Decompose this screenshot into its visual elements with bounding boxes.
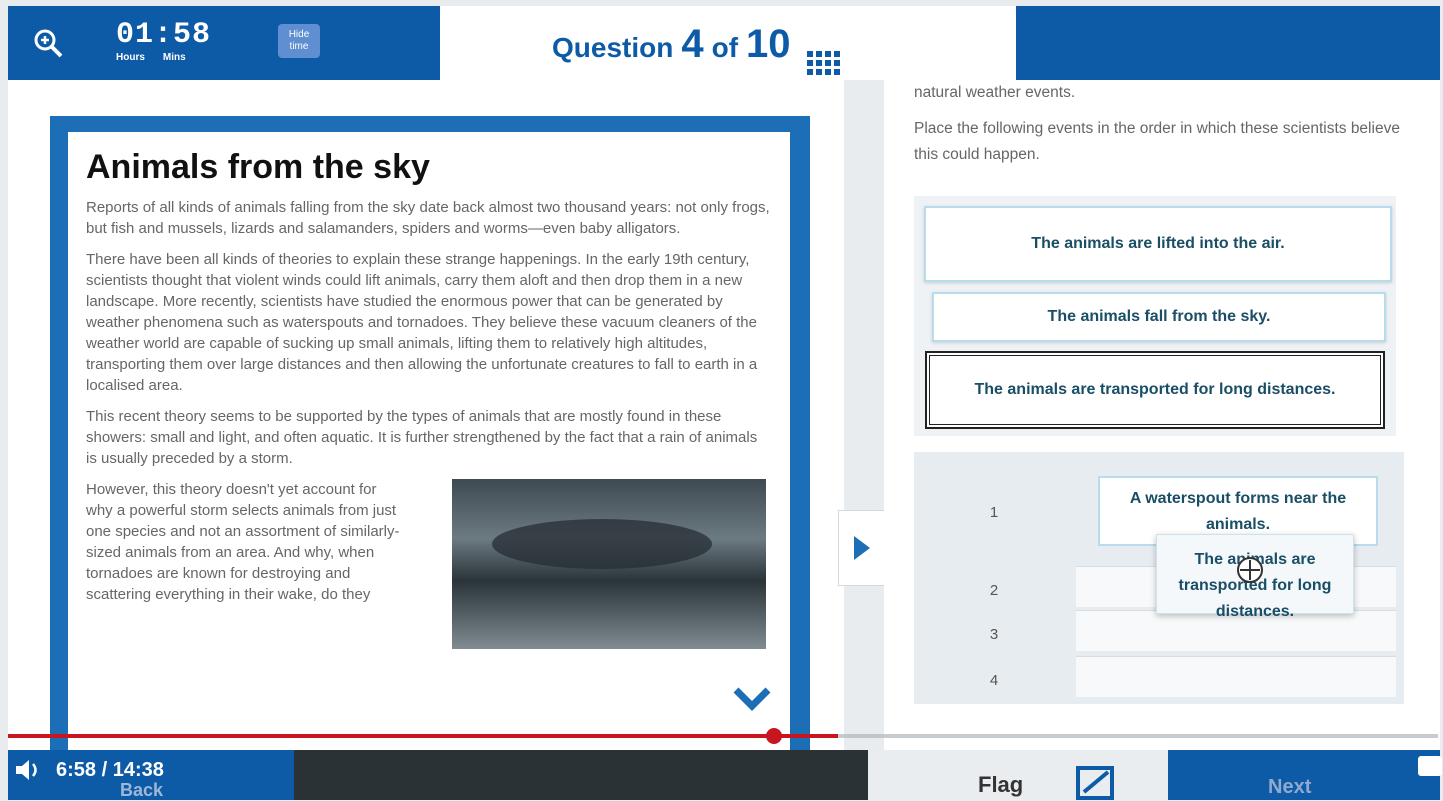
next-button[interactable]: Next (1168, 750, 1440, 800)
video-progress-played[interactable] (8, 734, 838, 738)
article-paragraph: This recent theory seems to be supported… (86, 408, 758, 467)
order-number: 1 (989, 504, 999, 521)
video-controls: 6:58 / 14:38 (8, 750, 164, 790)
instruction-line-2: Place the following events in the order … (914, 120, 1400, 163)
bottom-bar: Back 6:58 / 14:38 Flag Next (8, 750, 1442, 800)
order-number: 3 (989, 626, 999, 643)
article-frame: Animals from the sky Reports of all kind… (50, 116, 810, 756)
volume-icon[interactable] (14, 757, 44, 783)
storm-image (452, 479, 766, 649)
question-current: 4 (681, 22, 704, 66)
answer-options: The animals are lifted into the air. The… (914, 196, 1396, 436)
timer-value: 01:58 (116, 18, 212, 52)
article-paragraph: There have been all kinds of theories to… (86, 251, 758, 394)
hide-time-button[interactable]: Hide time (278, 24, 320, 58)
subtitles-icon[interactable] (1418, 756, 1442, 776)
move-cursor-icon (1237, 557, 1263, 583)
question-of: of (711, 32, 739, 63)
video-time: 6:58 / 14:38 (56, 758, 164, 781)
answer-card[interactable]: The animals are lifted into the air. (924, 206, 1392, 282)
article-title: Animals from the sky (86, 148, 430, 186)
order-number: 4 (989, 672, 999, 689)
answer-card-selected[interactable]: The animals are transported for long dis… (926, 352, 1384, 428)
video-progress-remaining[interactable] (838, 734, 1438, 738)
mins-label: Mins (162, 52, 186, 63)
next-label: Next (1268, 776, 1312, 798)
play-arrow-icon (854, 536, 870, 560)
flag-icon (1076, 766, 1114, 800)
hours-label: Hours (116, 52, 145, 63)
article-paragraph: However, this theory doesn't yet account… (86, 481, 400, 603)
timer-panel: 01:58 Hours Mins Hide time (8, 6, 440, 80)
article-last-block: However, this theory doesn't yet account… (86, 479, 772, 649)
video-scrub-handle[interactable] (766, 728, 782, 744)
question-word: Question (552, 32, 674, 63)
flag-button[interactable]: Flag (868, 750, 1168, 800)
reading-panel: Animals from the sky Reports of all kind… (8, 80, 844, 756)
expand-panel-button[interactable] (838, 510, 886, 586)
instruction-line-1: natural weather events. (914, 84, 1076, 101)
question-counter: Question 4 of 10 (552, 22, 840, 75)
zoom-icon (34, 29, 63, 58)
order-number: 2 (989, 582, 999, 599)
article-paragraph: Reports of all kinds of animals falling … (86, 199, 770, 237)
top-bar: 01:58 Hours Mins Hide time Question 4 of… (8, 6, 1440, 80)
flag-label: Flag (978, 772, 1024, 797)
scroll-down-icon[interactable] (730, 684, 774, 714)
answer-card[interactable]: The animals fall from the sky. (932, 292, 1386, 342)
timer: 01:58 Hours Mins (116, 20, 211, 63)
top-right-panel (1016, 6, 1440, 80)
question-grid-icon[interactable] (806, 51, 840, 75)
question-total: 10 (746, 22, 791, 66)
instructions: natural weather events. Place the follow… (914, 72, 1414, 178)
order-slot[interactable] (1076, 656, 1396, 697)
question-panel: natural weather events. Place the follow… (884, 80, 1440, 750)
article[interactable]: Animals from the sky Reports of all kind… (68, 132, 790, 756)
zoom-button[interactable] (20, 20, 76, 66)
